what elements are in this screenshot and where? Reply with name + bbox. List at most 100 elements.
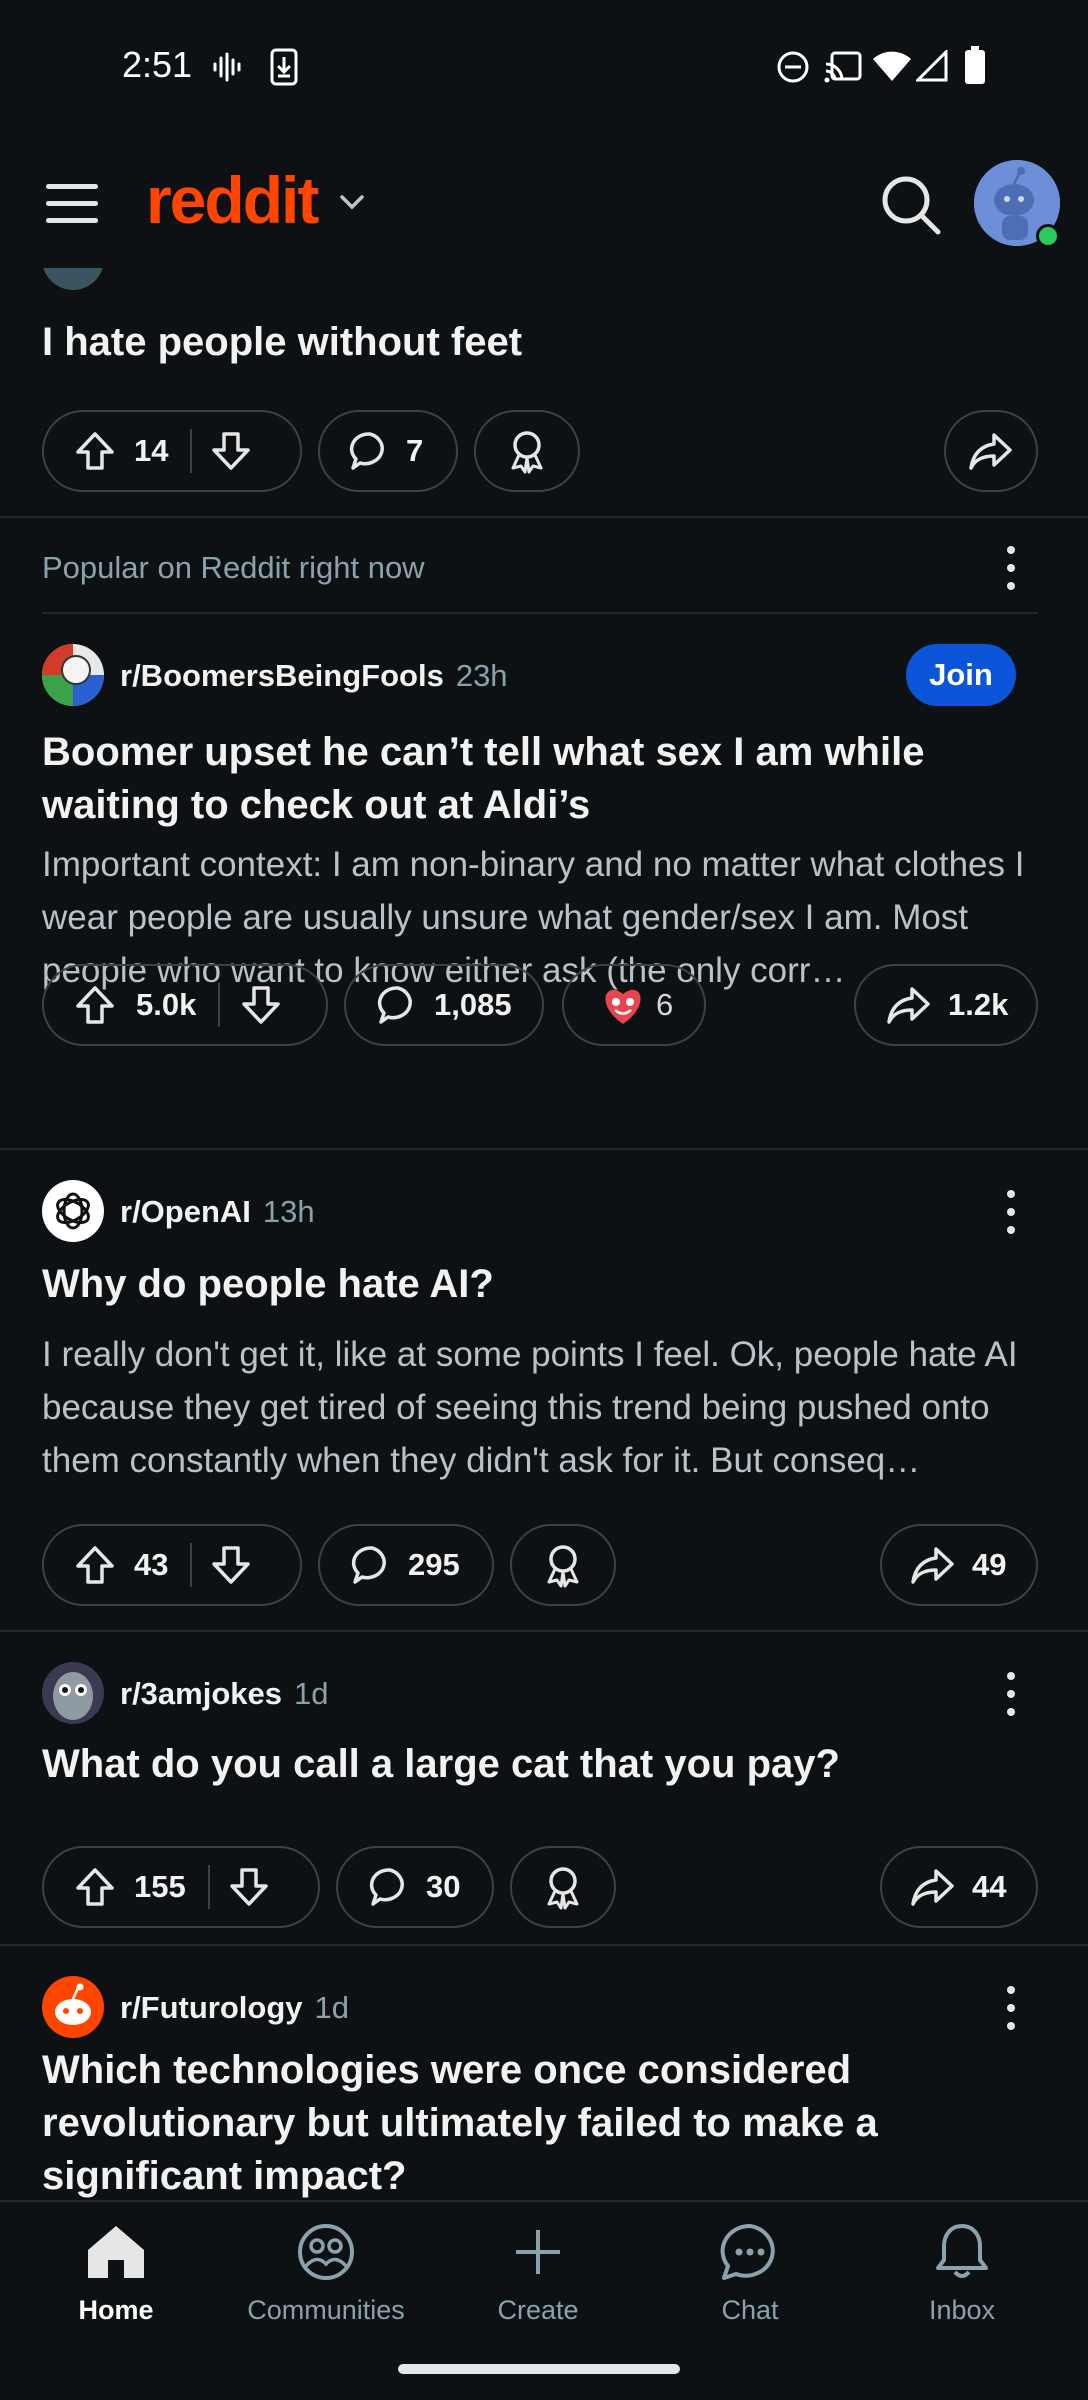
avatar[interactable] <box>974 160 1060 248</box>
share-icon <box>887 987 930 1024</box>
share-button[interactable]: 1.2k <box>854 964 1038 1046</box>
post-title[interactable]: Boomer upset he can’t tell what sex I am… <box>42 726 1042 832</box>
nav-create[interactable]: Create <box>448 2222 628 2326</box>
post-title[interactable]: Why do people hate AI? <box>42 1258 1042 1311</box>
share-icon <box>969 433 1012 470</box>
award-icon <box>511 431 543 474</box>
post-card[interactable]: r/3amjokes 1d What do you call a large ca… <box>0 1632 1088 1944</box>
vote-pill: 14 <box>42 410 302 492</box>
dnd-icon <box>777 51 809 83</box>
voice-icon <box>213 52 241 82</box>
upvote-icon[interactable] <box>72 1542 118 1588</box>
online-indicator <box>1036 224 1060 248</box>
post-time: 13h <box>262 1194 315 1229</box>
post-time: 23h <box>455 658 508 693</box>
search-icon[interactable] <box>878 172 944 238</box>
popular-more-button[interactable] <box>1004 546 1018 590</box>
heart-award-icon <box>605 989 641 1024</box>
plus-icon <box>516 2230 560 2274</box>
comment-count: 295 <box>408 1547 460 1582</box>
subreddit-name[interactable]: r/BoomersBeingFools 23h <box>120 658 508 694</box>
award-button[interactable]: 6 <box>562 964 706 1046</box>
vote-pill: 155 <box>42 1846 320 1928</box>
vote-pill: 5.0k <box>42 964 328 1046</box>
post-more-button[interactable] <box>1004 1672 1018 1716</box>
chevron-down-icon[interactable] <box>338 192 366 212</box>
upvote-count: 14 <box>134 433 169 468</box>
comment-count: 7 <box>406 433 424 468</box>
award-icon <box>547 1867 579 1910</box>
battery-icon <box>965 46 985 84</box>
post-more-button[interactable] <box>1004 1190 1018 1234</box>
award-button[interactable] <box>510 1846 616 1928</box>
upvote-count: 155 <box>134 1869 186 1904</box>
share-count: 49 <box>972 1547 1007 1582</box>
downvote-icon[interactable] <box>226 1864 272 1910</box>
comment-button[interactable]: 1,085 <box>344 964 544 1046</box>
post-title[interactable]: Which technologies were once considered … <box>42 2044 1042 2200</box>
feed: I hate people without feet 14 7 Popular <box>0 268 1088 2200</box>
upvote-icon[interactable] <box>72 428 118 474</box>
share-button[interactable]: 44 <box>880 1846 1038 1928</box>
communities-icon <box>298 2224 354 2280</box>
downvote-icon[interactable] <box>208 428 254 474</box>
share-icon <box>911 1547 954 1584</box>
post-title[interactable]: What do you call a large cat that you pa… <box>42 1738 1042 1791</box>
signal-icon <box>916 50 948 82</box>
nav-inbox[interactable]: Inbox <box>872 2222 1052 2326</box>
subreddit-name[interactable]: r/Futurology 1d <box>120 1990 349 2026</box>
popular-label: Popular on Reddit right now <box>42 550 425 585</box>
downvote-icon[interactable] <box>238 982 284 1028</box>
subreddit-avatar[interactable] <box>42 1180 104 1242</box>
comment-icon <box>351 1546 386 1584</box>
post-card[interactable]: r/Futurology 1d Which technologies were o… <box>0 1946 1088 2200</box>
comment-icon <box>369 1868 404 1906</box>
subreddit-name[interactable]: r/3amjokes 1d <box>120 1676 328 1712</box>
downvote-icon[interactable] <box>208 1542 254 1588</box>
subreddit-avatar <box>42 268 104 290</box>
home-icon <box>88 2226 144 2278</box>
wifi-icon <box>873 51 911 81</box>
menu-button[interactable] <box>46 184 98 224</box>
post-time: 1d <box>294 1676 329 1711</box>
post-card[interactable]: r/OpenAI 13h Why do people hate AI? I rea… <box>0 1150 1088 1630</box>
share-count: 44 <box>972 1869 1007 1904</box>
share-button[interactable] <box>944 410 1038 492</box>
comment-button[interactable]: 7 <box>318 410 458 492</box>
upvote-count: 43 <box>134 1547 169 1582</box>
upvote-icon[interactable] <box>72 982 118 1028</box>
nav-home[interactable]: Home <box>26 2222 206 2326</box>
comment-button[interactable]: 295 <box>318 1524 494 1606</box>
reddit-logo[interactable]: reddit <box>146 162 319 238</box>
comment-count: 1,085 <box>434 987 512 1022</box>
join-button[interactable]: Join <box>906 644 1016 706</box>
share-count: 1.2k <box>948 987 1009 1022</box>
chat-icon <box>720 2223 775 2280</box>
post-more-button[interactable] <box>1004 1986 1018 2030</box>
share-icon <box>911 1869 954 1906</box>
share-button[interactable]: 49 <box>880 1524 1038 1606</box>
comment-count: 30 <box>426 1869 461 1904</box>
upvote-count: 5.0k <box>136 987 197 1022</box>
nav-communities[interactable]: Communities <box>236 2222 416 2326</box>
subreddit-avatar[interactable] <box>42 644 104 706</box>
subreddit-name[interactable]: r/OpenAI 13h <box>120 1194 315 1230</box>
comment-button[interactable]: 30 <box>336 1846 494 1928</box>
post-title[interactable]: I hate people without feet <box>42 316 1042 369</box>
snoo-icon <box>42 1976 104 2038</box>
subreddit-avatar[interactable] <box>42 1976 104 2038</box>
cast-icon <box>824 51 862 83</box>
bell-icon <box>936 2224 988 2278</box>
comment-icon <box>377 986 412 1024</box>
award-button[interactable] <box>510 1524 616 1606</box>
nav-chat[interactable]: Chat <box>660 2222 840 2326</box>
status-time: 2:51 <box>122 44 193 85</box>
status-bar: 2:51 <box>0 0 1088 140</box>
post-body[interactable]: I really don't get it, like at some poin… <box>42 1328 1042 1487</box>
subreddit-avatar[interactable] <box>42 1662 104 1724</box>
award-button[interactable] <box>474 410 580 492</box>
home-indicator[interactable] <box>398 2364 680 2374</box>
post-card[interactable]: I hate people without feet 14 7 <box>0 268 1088 518</box>
post-time: 1d <box>314 1990 350 2025</box>
upvote-icon[interactable] <box>72 1864 118 1910</box>
